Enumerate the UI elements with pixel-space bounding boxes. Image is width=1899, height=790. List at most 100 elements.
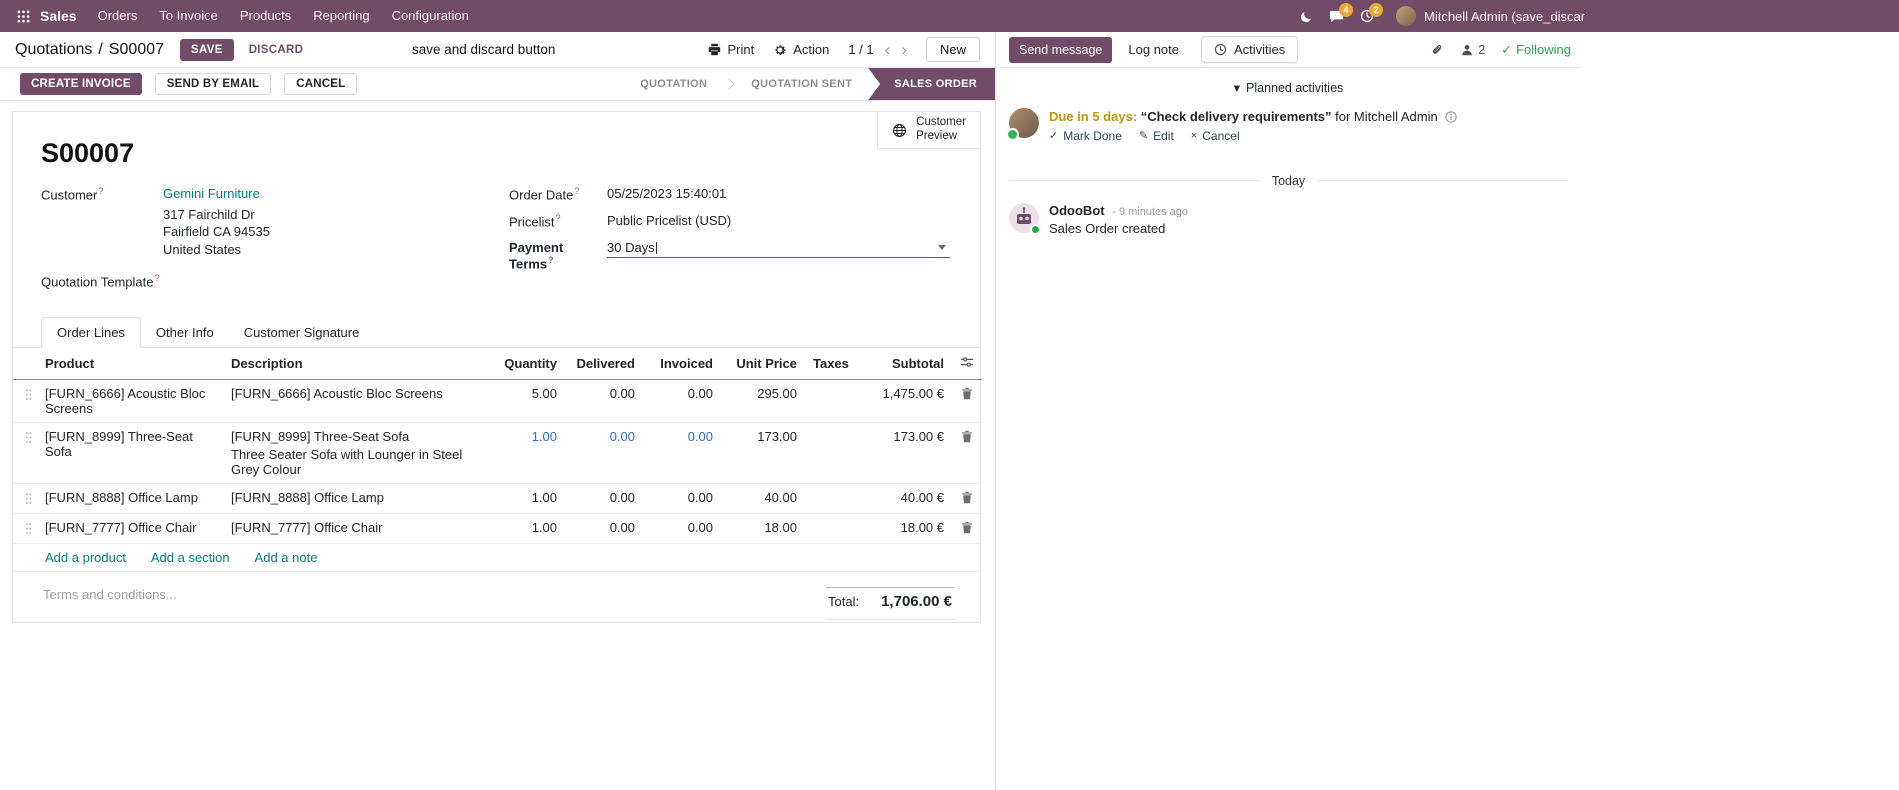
order-date-label: Order Date? xyxy=(509,186,580,203)
delete-line-icon[interactable] xyxy=(952,379,982,424)
delete-line-icon[interactable] xyxy=(952,422,982,485)
cell-delivered[interactable]: 0.00 xyxy=(565,513,643,545)
terms-and-conditions-placeholder[interactable]: Terms and conditions... xyxy=(43,587,826,602)
cell-unit-price[interactable]: 18.00 xyxy=(721,513,805,545)
order-date-value[interactable]: 05/25/2023 15:40:01 xyxy=(607,186,726,201)
total-value: 1,706.00 € xyxy=(881,593,952,611)
cell-invoiced[interactable]: 0.00 xyxy=(643,513,721,545)
customer-preview-button[interactable]: Customer Preview xyxy=(877,112,980,149)
edit-activity-button[interactable]: ✎ Edit xyxy=(1139,129,1174,143)
online-status-badge xyxy=(1030,223,1041,235)
cell-unit-price[interactable]: 173.00 xyxy=(721,422,805,485)
chatter-toolbar-right: 2 ✓ Following xyxy=(1431,42,1571,58)
tab-customer-signature[interactable]: Customer Signature xyxy=(229,318,375,347)
cell-description[interactable]: [FURN_6666] Acoustic Bloc Screens xyxy=(223,379,491,424)
cell-taxes[interactable] xyxy=(805,379,857,424)
cell-description[interactable]: [FURN_7777] Office Chair xyxy=(223,513,491,545)
tab-other-info[interactable]: Other Info xyxy=(141,318,229,347)
column-description: Description xyxy=(223,348,491,381)
cell-description[interactable]: [FURN_8999] Three-Seat Sofa Three Seater … xyxy=(223,422,491,485)
cell-delivered[interactable]: 0.00 xyxy=(565,483,643,515)
cell-taxes[interactable] xyxy=(805,513,857,545)
cell-unit-price[interactable]: 40.00 xyxy=(721,483,805,515)
cell-invoiced[interactable]: 0.00 xyxy=(643,483,721,515)
add-a-product-link[interactable]: Add a product xyxy=(45,550,126,565)
followers-button[interactable]: 2 xyxy=(1460,43,1485,57)
cell-invoiced[interactable]: 0.00 xyxy=(643,379,721,424)
apps-grid-icon[interactable] xyxy=(10,10,36,23)
mark-done-button[interactable]: ✓ Mark Done xyxy=(1049,129,1122,143)
messages-icon[interactable]: 4 xyxy=(1329,2,1353,24)
delete-line-icon[interactable] xyxy=(952,483,982,515)
drag-handle-icon[interactable] xyxy=(13,379,37,424)
breadcrumb-quotations[interactable]: Quotations xyxy=(15,41,92,59)
paperclip-icon[interactable] xyxy=(1431,43,1444,57)
cancel-activity-button[interactable]: × Cancel xyxy=(1191,129,1240,143)
menu-configuration[interactable]: Configuration xyxy=(381,0,480,32)
cell-delivered[interactable]: 0.00 xyxy=(565,379,643,424)
create-invoice-button[interactable]: CREATE INVOICE xyxy=(20,73,142,95)
activities-tab[interactable]: Activities xyxy=(1201,36,1299,63)
menu-to-invoice[interactable]: To Invoice xyxy=(148,0,229,32)
send-message-button[interactable]: Send message xyxy=(1009,36,1113,63)
add-a-note-link[interactable]: Add a note xyxy=(255,550,318,565)
cell-taxes[interactable] xyxy=(805,422,857,485)
user-menu[interactable]: Mitchell Admin (save_discar xyxy=(1396,6,1585,26)
log-note-button[interactable]: Log note xyxy=(1128,42,1179,57)
new-button[interactable]: New xyxy=(925,37,980,62)
add-a-section-link[interactable]: Add a section xyxy=(151,550,230,565)
statusbar-row: CREATE INVOICE SEND BY EMAIL CANCEL QUOT… xyxy=(0,68,995,101)
message-body: Sales Order created xyxy=(1049,220,1166,236)
cell-description[interactable]: [FURN_8888] Office Lamp xyxy=(223,483,491,515)
print-button[interactable]: Print xyxy=(708,42,754,57)
app-name[interactable]: Sales xyxy=(40,8,77,24)
activities-clock-icon[interactable]: 2 xyxy=(1360,3,1383,23)
customer-label: Customer? xyxy=(41,186,104,203)
drag-handle-icon[interactable] xyxy=(13,513,37,545)
cell-invoiced[interactable]: 0.00 xyxy=(643,422,721,485)
message-author[interactable]: OdooBot xyxy=(1049,203,1105,218)
payment-terms-input[interactable]: 30 Days xyxy=(607,240,950,258)
cell-quantity[interactable]: 5.00 xyxy=(491,379,565,424)
info-icon[interactable] xyxy=(1445,111,1458,123)
planned-activities-toggle[interactable]: ▾ Planned activities xyxy=(996,80,1581,96)
stage-sales-order[interactable]: SALES ORDER xyxy=(868,68,995,100)
tab-order-lines[interactable]: Order Lines xyxy=(41,317,141,349)
menu-reporting[interactable]: Reporting xyxy=(302,0,380,32)
delete-line-icon[interactable] xyxy=(952,513,982,545)
customer-link[interactable]: Gemini Furniture xyxy=(163,186,260,201)
cancel-button[interactable]: CANCEL xyxy=(284,73,358,95)
moon-icon[interactable] xyxy=(1300,10,1313,23)
cell-product[interactable]: [FURN_8888] Office Lamp xyxy=(37,483,223,515)
pricelist-value[interactable]: Public Pricelist (USD) xyxy=(607,213,731,228)
stage-quotation[interactable]: QUOTATION xyxy=(624,68,723,100)
column-unit-price: Unit Price xyxy=(721,348,805,381)
discard-button[interactable]: DISCARD xyxy=(240,39,313,61)
chatter-toolbar: Send message Log note Activities 2 ✓ Fol… xyxy=(996,32,1581,68)
menu-orders[interactable]: Orders xyxy=(87,0,149,32)
dropdown-caret-icon[interactable] xyxy=(938,245,946,250)
cell-quantity[interactable]: 1.00 xyxy=(491,483,565,515)
cell-delivered[interactable]: 0.00 xyxy=(565,422,643,485)
action-button[interactable]: Action xyxy=(773,42,829,57)
chatter-panel: Send message Log note Activities 2 ✓ Fol… xyxy=(996,32,1899,790)
cell-product[interactable]: [FURN_7777] Office Chair xyxy=(37,513,223,545)
cell-quantity[interactable]: 1.00 xyxy=(491,422,565,485)
stage-quotation-sent[interactable]: QUOTATION SENT xyxy=(735,68,868,100)
cell-taxes[interactable] xyxy=(805,483,857,515)
drag-handle-icon[interactable] xyxy=(13,422,37,485)
optional-columns-icon[interactable] xyxy=(952,348,982,381)
cell-product[interactable]: [FURN_8999] Three-Seat Sofa xyxy=(37,422,223,485)
cell-quantity[interactable]: 1.00 xyxy=(491,513,565,545)
pager-next-icon[interactable]: › xyxy=(901,41,907,58)
following-button[interactable]: ✓ Following xyxy=(1501,42,1571,58)
drag-handle-icon[interactable] xyxy=(13,483,37,515)
send-by-email-button[interactable]: SEND BY EMAIL xyxy=(154,73,272,95)
save-button[interactable]: SAVE xyxy=(180,38,234,61)
cell-unit-price[interactable]: 295.00 xyxy=(721,379,805,424)
menu-products[interactable]: Products xyxy=(229,0,302,32)
help-marker: ? xyxy=(574,186,580,196)
pager-previous-icon[interactable]: ‹ xyxy=(885,41,891,58)
person-icon xyxy=(1462,44,1473,55)
cell-product[interactable]: [FURN_6666] Acoustic Bloc Screens xyxy=(37,379,223,424)
